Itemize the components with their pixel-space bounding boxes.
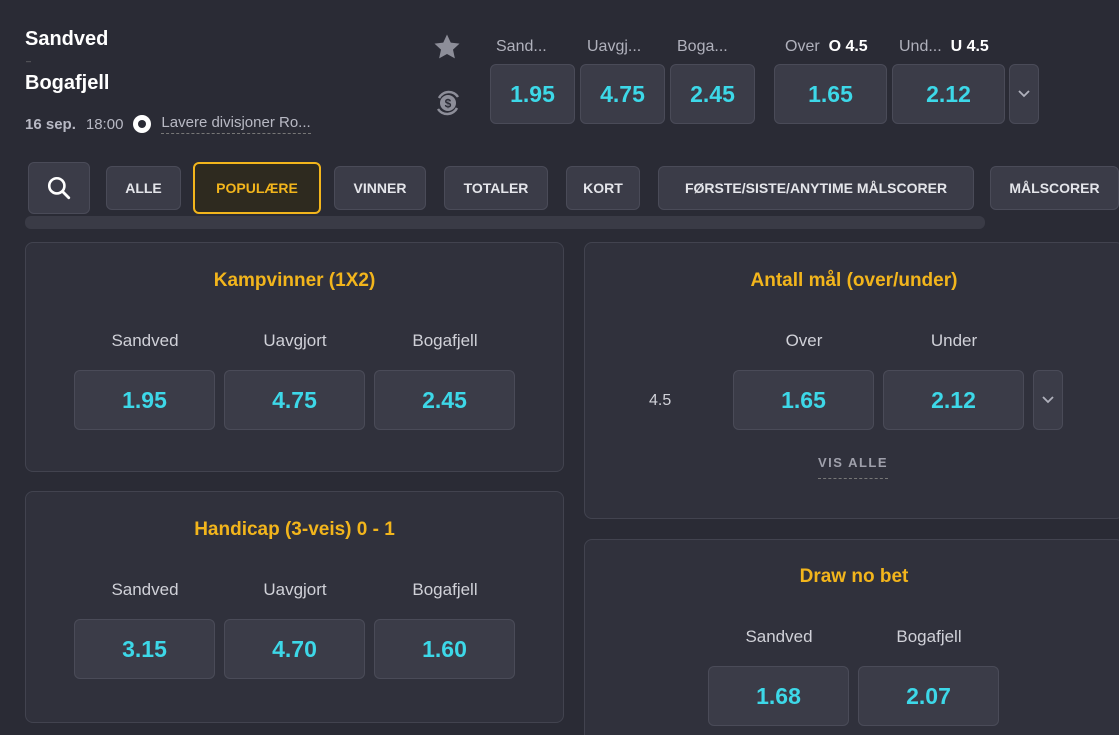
odd-button[interactable]: 3.15 — [74, 619, 215, 679]
selection-label: Bogafjell — [412, 331, 478, 350]
odd-button[interactable]: 1.65 — [733, 370, 874, 430]
over-line: O 4.5 — [828, 38, 868, 55]
odd-button[interactable]: 4.70 — [224, 619, 365, 679]
odd-button[interactable]: 2.45 — [374, 370, 515, 430]
header-odd-away[interactable]: 2.45 — [670, 64, 755, 124]
chevron-down-icon — [1042, 396, 1054, 404]
odd-button[interactable]: 1.95 — [74, 370, 215, 430]
search-button[interactable] — [28, 162, 90, 214]
odd-button[interactable]: 1.68 — [708, 666, 849, 726]
header-odd-under[interactable]: 2.12 — [892, 64, 1005, 124]
header-label-home: Sand... — [496, 38, 547, 55]
market-card-draw-no-bet: Draw no bet Sandved Bogafjell 1.68 2.07 — [584, 539, 1119, 735]
over-label: Over — [785, 38, 820, 55]
header-odd-over[interactable]: 1.65 — [774, 64, 887, 124]
vis-alle-link[interactable]: VIS ALLE — [818, 455, 889, 479]
chevron-down-icon — [1018, 90, 1030, 98]
selection-label: Sandved — [745, 627, 813, 646]
match-time: 18:00 — [85, 115, 124, 133]
filter-scrollbar[interactable] — [25, 216, 985, 229]
selection-label: Bogafjell — [412, 580, 478, 599]
odd-button[interactable]: 4.75 — [224, 370, 365, 430]
header-odd-home[interactable]: 1.95 — [490, 64, 575, 124]
header-odd-draw[interactable]: 4.75 — [580, 64, 665, 124]
selection-label: Sandved — [111, 331, 179, 350]
market-card-handicap: Handicap (3-veis) 0 - 1 Sandved Uavgjort… — [25, 491, 564, 723]
away-team: Bogafjell — [25, 72, 110, 94]
soccer-ball-icon — [133, 115, 152, 133]
match-meta: 16 sep. 18:00 Lavere divisjoner Ro... — [25, 114, 311, 134]
header-label-away: Boga... — [677, 38, 728, 55]
filter-kort[interactable]: KORT — [566, 166, 640, 210]
match-date: 16 sep. — [25, 115, 76, 133]
selection-label: Under — [930, 331, 978, 350]
selection-label: Uavgjort — [263, 580, 327, 599]
selection-label: Uavgjort — [263, 331, 327, 350]
team-separator: – — [26, 56, 32, 66]
header-label-over: Over O 4.5 — [785, 38, 868, 56]
filter-totaler[interactable]: TOTALER — [444, 166, 548, 210]
market-title: Handicap (3-veis) 0 - 1 — [194, 519, 395, 540]
league-link[interactable]: Lavere divisjoner Ro... — [161, 114, 311, 134]
under-label: Und... — [899, 38, 942, 55]
header-label-draw: Uavgj... — [587, 38, 642, 55]
cashout-icon[interactable]: $ — [433, 88, 463, 118]
expand-lines-button[interactable] — [1033, 370, 1063, 430]
header-expand-button[interactable] — [1009, 64, 1039, 124]
market-title: Antall mål (over/under) — [750, 270, 958, 291]
selection-label: Over — [785, 331, 823, 350]
filter-populaere[interactable]: POPULÆRE — [193, 162, 321, 214]
filter-malscorer[interactable]: MÅLSCORER — [990, 166, 1119, 210]
header-label-under: Und... U 4.5 — [899, 38, 989, 56]
home-team: Sandved — [25, 28, 109, 50]
filter-alle[interactable]: ALLE — [106, 166, 181, 210]
odd-button[interactable]: 2.12 — [883, 370, 1024, 430]
under-line: U 4.5 — [950, 38, 989, 55]
svg-text:$: $ — [445, 97, 452, 111]
market-title: Draw no bet — [799, 566, 909, 587]
star-icon[interactable] — [432, 32, 462, 62]
odd-button[interactable]: 1.60 — [374, 619, 515, 679]
selection-label: Bogafjell — [896, 627, 962, 646]
total-line: 4.5 — [649, 392, 672, 409]
selection-label: Sandved — [111, 580, 179, 599]
market-card-antall-mal: Antall mål (over/under) Over Under 4.5 1… — [584, 242, 1119, 519]
odd-button[interactable]: 2.07 — [858, 666, 999, 726]
filter-vinner[interactable]: VINNER — [334, 166, 426, 210]
filter-malscorer-types[interactable]: FØRSTE/SISTE/ANYTIME MÅLSCORER — [658, 166, 974, 210]
market-title: Kampvinner (1X2) — [213, 270, 376, 291]
market-card-kampvinner: Kampvinner (1X2) Sandved Uavgjort Bogafj… — [25, 242, 564, 472]
search-icon — [47, 176, 71, 200]
